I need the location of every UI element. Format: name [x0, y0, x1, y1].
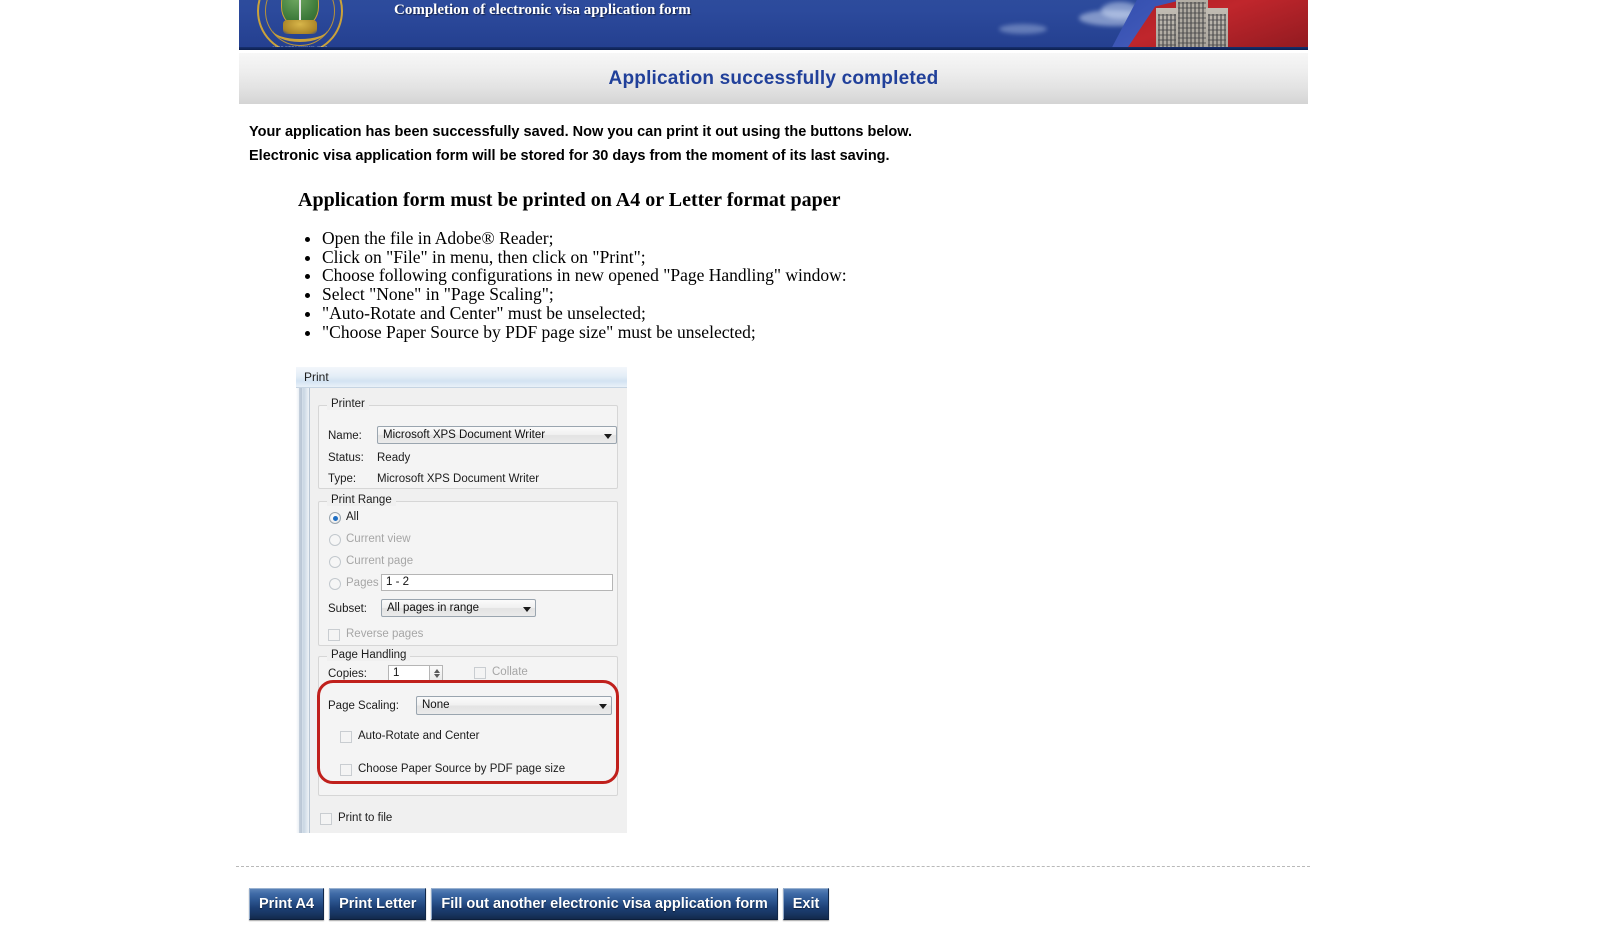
- cloud-decoration: [999, 24, 1047, 34]
- print-dialog-titlebar: [296, 367, 627, 388]
- printer-name-label: Name:: [328, 430, 362, 442]
- radio-pages-range-label: Pages: [346, 577, 379, 589]
- checkbox-print-to-file[interactable]: [320, 813, 332, 825]
- radio-current-view[interactable]: [329, 534, 341, 546]
- pages-range-value: 1 - 2: [386, 576, 410, 588]
- list-item: Select "None" in "Page Scaling";: [322, 285, 847, 304]
- saved-confirmation-text: Your application has been successfully s…: [249, 124, 913, 140]
- building-windows: [1158, 14, 1176, 48]
- chevron-down-icon: [599, 704, 607, 709]
- site-masthead: МИНИСТЕРСТВО ИНОСТРАННЫХ ДЕЛ Ministry of…: [239, 0, 1308, 50]
- exit-button[interactable]: Exit: [782, 888, 830, 920]
- success-banner: Application successfully completed: [239, 53, 1308, 104]
- subset-combo[interactable]: All pages in range: [381, 599, 536, 617]
- chevron-down-icon: [604, 434, 612, 439]
- print-letter-button[interactable]: Print Letter: [329, 888, 427, 920]
- checkbox-reverse-pages-label: Reverse pages: [346, 628, 424, 640]
- mfa-building-icon: [1154, 0, 1230, 50]
- checkbox-auto-rotate-center-label: Auto-Rotate and Center: [358, 730, 480, 742]
- building-windows: [1208, 14, 1226, 48]
- list-item: Choose following configurations in new o…: [322, 266, 847, 285]
- checkbox-paper-source-label: Choose Paper Source by PDF page size: [358, 763, 566, 775]
- printer-name-combo[interactable]: Microsoft XPS Document Writer: [377, 426, 617, 444]
- list-item: Click on "File" in menu, then click on "…: [322, 247, 847, 267]
- copies-label: Copies:: [328, 668, 367, 680]
- print-dialog-title: Print: [304, 370, 329, 384]
- page-scaling-value: None: [422, 699, 450, 711]
- copies-stepper[interactable]: [429, 665, 443, 682]
- printer-status-label: Status:: [328, 452, 364, 464]
- radio-range-all-label: All: [346, 511, 359, 523]
- print-a4-button[interactable]: Print A4: [249, 888, 325, 920]
- paper-format-heading: Application form must be printed on A4 o…: [298, 189, 841, 211]
- checkbox-collate-label: Collate: [492, 666, 528, 678]
- checkbox-collate[interactable]: [474, 667, 486, 679]
- radio-current-page-label: Current page: [346, 555, 414, 567]
- checkbox-paper-source[interactable]: [340, 764, 352, 776]
- masthead-titles: Ministry of Foreign Affairs of the Russi…: [394, 0, 906, 20]
- mfa-emblem-icon: МИНИСТЕРСТВО ИНОСТРАННЫХ ДЕЛ: [257, 0, 343, 50]
- printer-name-value: Microsoft XPS Document Writer: [383, 429, 546, 441]
- print-range-group-label: Print Range: [327, 494, 396, 506]
- page-root: МИНИСТЕРСТВО ИНОСТРАННЫХ ДЕЛ Ministry of…: [0, 0, 1600, 952]
- footer-button-bar: Print A4 Print Letter Fill out another e…: [249, 888, 830, 920]
- page-title: Application successfully completed: [608, 67, 939, 89]
- checkbox-print-to-file-label: Print to file: [338, 812, 393, 824]
- footer-divider: [236, 866, 1310, 867]
- list-item: "Auto-Rotate and Center" must be unselec…: [322, 304, 847, 323]
- radio-pages-range[interactable]: [329, 578, 341, 590]
- list-item: "Choose Paper Source by PDF page size" m…: [322, 322, 847, 342]
- print-dialog-left-edge-shadow: [299, 388, 302, 833]
- printer-type-value: Microsoft XPS Document Writer: [377, 473, 540, 485]
- printer-type-label: Type:: [328, 473, 357, 485]
- radio-range-all[interactable]: [329, 512, 341, 524]
- emblem-wreath: [273, 18, 327, 42]
- checkbox-reverse-pages[interactable]: [328, 629, 340, 641]
- masthead-subtitle: Completion of electronic visa applicatio…: [394, 2, 691, 18]
- masthead-bottom-rule: [239, 47, 1308, 50]
- pages-range-input[interactable]: 1 - 2: [381, 574, 613, 591]
- subset-label: Subset:: [328, 603, 367, 615]
- list-item: Open the file in Adobe® Reader;: [322, 229, 847, 248]
- russian-flag-artwork: [1098, 0, 1308, 50]
- checkbox-auto-rotate-center[interactable]: [340, 731, 352, 743]
- subset-value: All pages in range: [387, 602, 480, 614]
- retention-notice-text: Electronic visa application form will be…: [249, 148, 890, 164]
- printer-group-label: Printer: [327, 398, 369, 410]
- radio-current-page[interactable]: [329, 556, 341, 568]
- page-scaling-label: Page Scaling:: [328, 700, 399, 712]
- building-windows: [1178, 2, 1206, 48]
- page-handling-group-label: Page Handling: [327, 649, 411, 661]
- print-dialog-example-image: Print Printer Name: Microsoft XPS Docume…: [296, 367, 627, 833]
- page-scaling-combo[interactable]: None: [416, 696, 612, 715]
- print-instructions-list: Open the file in Adobe® Reader; Click on…: [300, 229, 847, 341]
- printer-status-value: Ready: [377, 452, 411, 464]
- radio-current-view-label: Current view: [346, 533, 411, 545]
- copies-input[interactable]: 1: [388, 665, 430, 682]
- chevron-down-icon: [523, 607, 531, 612]
- fill-another-form-button[interactable]: Fill out another electronic visa applica…: [431, 888, 778, 920]
- copies-value: 1: [393, 667, 400, 679]
